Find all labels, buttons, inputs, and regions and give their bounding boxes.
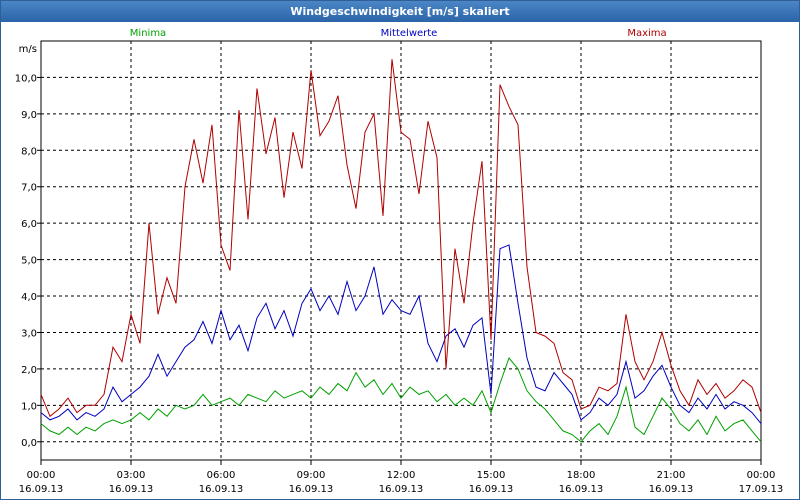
legend-mittelwerte: Mittelwerte bbox=[381, 28, 438, 39]
y-tick-label: 5,0 bbox=[21, 256, 37, 267]
x-tick-date: 16.09.13 bbox=[109, 484, 154, 495]
y-tick-label: 10,0 bbox=[15, 73, 37, 84]
x-tick-date: 16.09.13 bbox=[379, 484, 424, 495]
chart-window: Windgeschwindigkeit [m/s] skaliert 0,0 1,… bbox=[0, 0, 800, 500]
x-tick-date: 17.09.13 bbox=[739, 484, 784, 495]
x-tick-time: 12:00 bbox=[387, 470, 416, 481]
series-line-minima bbox=[40, 356, 762, 443]
x-tick-time: 00:00 bbox=[747, 470, 776, 481]
x-tick-date: 16.09.13 bbox=[19, 484, 64, 495]
x-tick-date: 16.09.13 bbox=[289, 484, 334, 495]
x-tick-time: 21:00 bbox=[657, 470, 686, 481]
x-tick-time: 18:00 bbox=[567, 470, 596, 481]
y-tick-label: 4,0 bbox=[21, 292, 37, 303]
x-tick-date: 16.09.13 bbox=[649, 484, 694, 495]
window-title: Windgeschwindigkeit [m/s] skaliert bbox=[290, 5, 510, 18]
y-tick-label: 9,0 bbox=[21, 110, 37, 121]
series-line-maxima bbox=[40, 59, 762, 418]
y-tick-label: 2,0 bbox=[21, 365, 37, 376]
x-tick-time: 03:00 bbox=[117, 470, 146, 481]
wind-speed-chart: 0,0 1,0 2,0 3,0 4,0 5,0 6,0 7,0 8,0 9,0 10,0 m/s 00:… bbox=[15, 28, 784, 495]
y-tick-label: 7,0 bbox=[21, 183, 37, 194]
x-tick-date: 16.09.13 bbox=[199, 484, 244, 495]
x-tick-date: 16.09.13 bbox=[469, 484, 514, 495]
x-tick-time: 15:00 bbox=[477, 470, 506, 481]
y-unit-label: m/s bbox=[19, 44, 37, 55]
legend-maxima: Maxima bbox=[627, 28, 666, 39]
x-tick-time: 06:00 bbox=[207, 470, 236, 481]
y-tick-label: 1,0 bbox=[21, 401, 37, 412]
x-tick-date: 16.09.13 bbox=[559, 484, 604, 495]
y-tick-label: 3,0 bbox=[21, 328, 37, 339]
y-tick-label: 8,0 bbox=[21, 146, 37, 157]
window-titlebar[interactable]: Windgeschwindigkeit [m/s] skaliert bbox=[1, 1, 799, 22]
y-tick-label: 0,0 bbox=[21, 438, 37, 449]
legend-minima: Minima bbox=[130, 28, 166, 39]
x-tick-time: 00:00 bbox=[27, 470, 56, 481]
x-tick-time: 09:00 bbox=[297, 470, 326, 481]
y-tick-label: 6,0 bbox=[21, 219, 37, 230]
